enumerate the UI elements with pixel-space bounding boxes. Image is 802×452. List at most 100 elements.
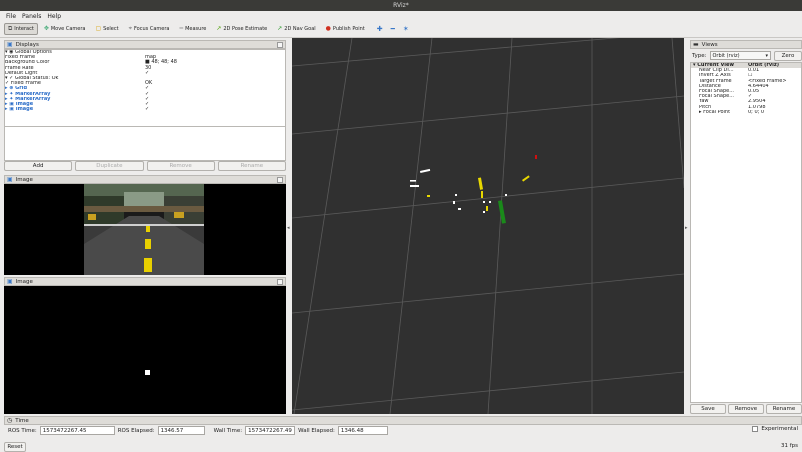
add-tool-icon[interactable]: ✚ bbox=[377, 25, 383, 33]
remove-tool-icon[interactable]: ━ bbox=[391, 25, 395, 33]
tool-measure-button[interactable]: ━ Measure bbox=[175, 23, 210, 35]
experimental-toggle[interactable]: Experimental bbox=[752, 426, 798, 432]
3d-scene[interactable] bbox=[292, 38, 684, 414]
duplicate-display-button[interactable]: Duplicate bbox=[75, 161, 144, 171]
toolbar: ⧉ Interact ✥ Move Camera ▢ Select ⌖ Focus Camer… bbox=[0, 21, 802, 38]
tool-label: 2D Pose Estimate bbox=[223, 26, 268, 32]
displays-panel-header: ▣ Displays bbox=[4, 40, 286, 49]
fps-readout: 31 fps bbox=[780, 443, 798, 449]
view-type-value: Orbit (rviz) bbox=[712, 52, 740, 59]
views-button-row: Save Remove Rename bbox=[690, 404, 802, 415]
save-view-button[interactable]: Save bbox=[690, 404, 726, 414]
tool-label: Interact bbox=[14, 26, 34, 32]
tool-label: Move Camera bbox=[50, 26, 86, 32]
experimental-checkbox[interactable] bbox=[752, 426, 759, 432]
chevron-down-icon: ▾ bbox=[765, 52, 768, 59]
displays-tree-empty-area bbox=[4, 127, 286, 161]
marker-array-white bbox=[410, 168, 507, 213]
wall-elapsed-label: Wall Elapsed: bbox=[298, 427, 335, 434]
tool-interact-button[interactable]: ⧉ Interact bbox=[4, 23, 38, 35]
panel-close-icon[interactable] bbox=[277, 42, 283, 48]
tool-label: Publish Point bbox=[332, 26, 365, 32]
display-property-name: ▸ ▣ Image bbox=[5, 107, 34, 113]
views-type-label: Type: bbox=[692, 52, 707, 59]
panel-close-icon[interactable] bbox=[277, 177, 283, 183]
view-property-value[interactable]: 0; 0; 0 bbox=[748, 110, 801, 115]
image-panel-2-title: Image bbox=[15, 278, 33, 285]
menu-panels[interactable]: Panels bbox=[22, 13, 41, 20]
tool-label: Focus Camera bbox=[133, 26, 170, 32]
tool-move-camera-button[interactable]: ✥ Move Camera bbox=[40, 23, 90, 35]
tool-properties-icon[interactable]: ✶ bbox=[403, 25, 409, 33]
image-icon: ▣ bbox=[7, 175, 13, 183]
zero-button[interactable]: Zero bbox=[774, 50, 802, 61]
collapse-right-icon[interactable]: ▸ bbox=[685, 225, 688, 231]
remove-view-button[interactable]: Remove bbox=[728, 404, 764, 414]
wall-time-field[interactable]: 1573472267.49 bbox=[245, 426, 296, 435]
reset-button[interactable]: Reset bbox=[4, 442, 26, 452]
time-row: ROS Time: 1573472267.45 ROS Elapsed: 134… bbox=[8, 426, 388, 435]
views-panel-header: ▬ Views bbox=[690, 40, 802, 49]
image-panel-1-header: ▣ Image bbox=[4, 175, 286, 184]
views-tree[interactable]: ▾ Current View Orbit (rviz) Near Clip Di… bbox=[690, 62, 802, 403]
menu-file[interactable]: File bbox=[6, 13, 16, 20]
experimental-label: Experimental bbox=[761, 426, 798, 432]
panel-close-icon[interactable] bbox=[277, 279, 283, 285]
tool-publish-point-button[interactable]: ● Publish Point bbox=[322, 23, 369, 35]
view-property-row[interactable]: ▸ Focal Point 0; 0; 0 bbox=[691, 110, 801, 115]
image-panel-2-header: ▣ Image bbox=[4, 277, 286, 286]
marker-array-yellow bbox=[427, 175, 530, 211]
image-panel-1: ▣ Image bbox=[4, 175, 286, 275]
pose-estimate-icon: ↗ bbox=[216, 25, 222, 32]
marker-array-green bbox=[498, 200, 506, 224]
camera-image bbox=[84, 184, 204, 275]
displays-tree[interactable]: ▾ ◉ Global Options Fixed Frame map Backgr… bbox=[4, 49, 286, 127]
marker-red bbox=[535, 155, 537, 159]
view-property-name: ▸ Focal Point bbox=[699, 109, 731, 115]
window-title-bar: RViz* bbox=[0, 0, 802, 11]
tool-select-button[interactable]: ▢ Select bbox=[91, 23, 122, 35]
displays-panel: ▣ Displays ▾ ◉ Global Options Fixed Fram… bbox=[4, 40, 286, 174]
mask-image-view bbox=[4, 286, 286, 414]
measure-icon: ━ bbox=[179, 25, 184, 32]
camera-icon: ▬ bbox=[693, 40, 699, 48]
rename-display-button[interactable]: Rename bbox=[217, 161, 286, 171]
select-icon: ▢ bbox=[95, 25, 102, 32]
camera-image-view bbox=[4, 184, 286, 275]
ros-elapsed-field[interactable]: 1346.57 bbox=[157, 426, 205, 435]
tool-2d-nav-goal-button[interactable]: ↗ 2D Nav Goal bbox=[273, 23, 319, 35]
ground-grid bbox=[292, 38, 684, 414]
menu-help[interactable]: Help bbox=[47, 13, 61, 20]
menu-bar: File Panels Help bbox=[0, 11, 802, 21]
view-type-select[interactable]: Orbit (rviz) ▾ bbox=[709, 51, 771, 60]
display-property-value[interactable]: ✓ bbox=[145, 106, 285, 112]
ros-time-field[interactable]: 1573472267.45 bbox=[39, 426, 115, 435]
add-display-button[interactable]: Add bbox=[4, 161, 73, 171]
tool-focus-camera-button[interactable]: ⌖ Focus Camera bbox=[125, 23, 174, 35]
remove-display-button[interactable]: Remove bbox=[146, 161, 215, 171]
tool-label: Measure bbox=[185, 26, 207, 32]
time-panel: ◷ Time ROS Time: 1573472267.45 ROS Elaps… bbox=[4, 416, 802, 452]
window-title: RViz* bbox=[393, 2, 409, 9]
image-panel-1-title: Image bbox=[15, 176, 33, 183]
nav-goal-icon: ↗ bbox=[277, 25, 283, 32]
mask-white-blob bbox=[145, 370, 150, 375]
time-panel-title: Time bbox=[15, 417, 29, 424]
collapse-left-icon[interactable]: ◂ bbox=[287, 225, 290, 231]
3d-render-viewport[interactable] bbox=[292, 38, 684, 414]
publish-point-icon: ● bbox=[325, 25, 331, 32]
monitor-icon: ▣ bbox=[7, 40, 13, 48]
views-panel: ▬ Views Type: Orbit (rviz) ▾ Zero ▾ Curre… bbox=[690, 40, 802, 414]
displays-panel-title: Displays bbox=[15, 41, 39, 48]
image-icon: ▣ bbox=[7, 277, 13, 285]
rename-view-button[interactable]: Rename bbox=[766, 404, 802, 414]
clock-icon: ◷ bbox=[7, 416, 13, 424]
tool-label: 2D Nav Goal bbox=[284, 26, 316, 32]
time-panel-header: ◷ Time bbox=[4, 416, 802, 425]
wall-elapsed-field[interactable]: 1346.48 bbox=[337, 426, 388, 435]
display-tree-row[interactable]: ▸ ▣ Image ✓ bbox=[5, 106, 285, 113]
focus-camera-icon: ⌖ bbox=[128, 25, 132, 32]
interact-icon: ⧉ bbox=[8, 25, 13, 32]
tool-2d-pose-estimate-button[interactable]: ↗ 2D Pose Estimate bbox=[212, 23, 271, 35]
tool-label: Select bbox=[103, 26, 119, 32]
